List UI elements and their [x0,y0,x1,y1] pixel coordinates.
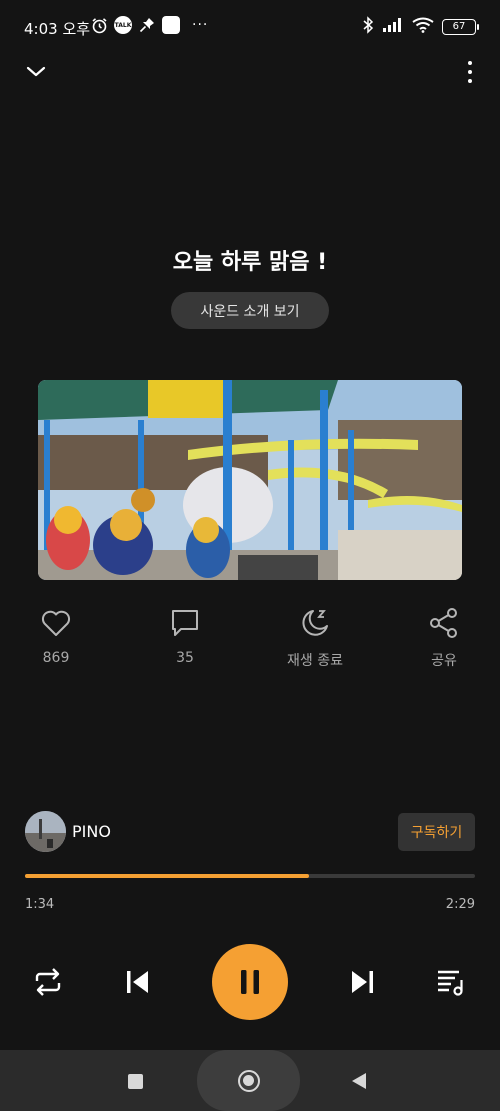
current-time: 1:34 [25,897,55,912]
playlist-icon [438,970,463,996]
repeat-icon [35,968,61,996]
chevron-down-icon [26,66,46,77]
like-action[interactable]: 869 [6,606,106,666]
alarm-icon [90,16,108,34]
signal-icon [382,17,404,37]
progress-bar[interactable] [25,874,475,878]
playlist-button[interactable] [434,964,468,1000]
progress-fill [25,874,309,878]
app-icon [162,16,180,34]
wifi-icon [412,17,434,37]
next-button[interactable] [346,964,378,1000]
pause-button[interactable] [212,944,288,1020]
skip-previous-icon [127,971,148,993]
home-button[interactable] [238,1070,260,1092]
pin-icon [138,16,156,34]
sound-intro-button[interactable]: 사운드 소개 보기 [171,292,329,329]
status-bar: 4:03 오후 TALK ··· 67 [0,0,500,56]
recent-apps-button[interactable] [128,1074,143,1089]
sleep-timer-label: 재생 종료 [287,653,343,669]
channel-name[interactable]: PINO [72,822,111,841]
bluetooth-icon [362,16,374,38]
dot [468,61,472,65]
more-options-button[interactable] [464,58,476,86]
channel-avatar[interactable] [25,811,66,852]
sleep-timer-action[interactable]: 재생 종료 [265,606,365,670]
skip-next-icon [352,971,373,993]
system-navigation-bar [0,1050,500,1111]
track-title: 오늘 하루 맑음 ! [172,250,328,275]
repeat-button[interactable] [30,964,66,1000]
dot [468,79,472,83]
share-label: 공유 [431,653,457,669]
total-time: 2:29 [445,897,475,912]
moon-icon [298,606,332,640]
share-icon [427,606,461,640]
more-notifications-icon: ··· [192,17,209,33]
previous-button[interactable] [122,964,154,1000]
share-action[interactable]: 공유 [394,606,494,670]
pause-icon [241,970,259,994]
notification-icons: TALK ··· [90,16,208,34]
collapse-player-button[interactable] [22,58,50,86]
subscribe-button[interactable]: 구독하기 [398,813,475,851]
battery-indicator: 67 [442,19,479,35]
back-button[interactable] [352,1073,366,1089]
comment-icon [168,606,202,640]
comment-action[interactable]: 35 [135,606,235,666]
heart-icon [39,606,73,640]
comment-count: 35 [176,650,194,666]
system-icons: 67 [362,16,479,38]
kakaotalk-icon: TALK [114,16,132,34]
cover-image [38,380,462,580]
status-time: 4:03 오후 [24,20,91,38]
like-count: 869 [42,650,70,666]
dot [468,70,472,74]
